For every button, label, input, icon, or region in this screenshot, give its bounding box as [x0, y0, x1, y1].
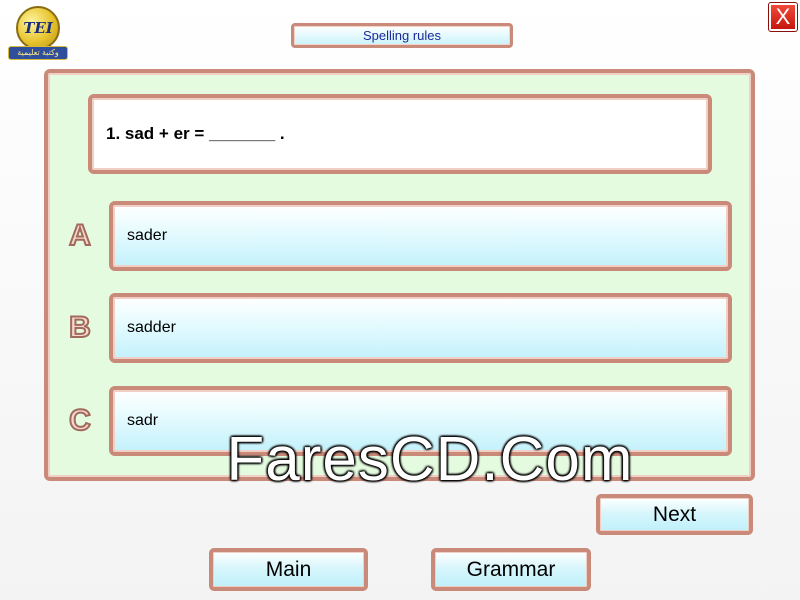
- next-button[interactable]: Next: [596, 494, 753, 535]
- answer-option-c-text: sadr: [127, 412, 159, 429]
- answer-option-b-text: sadder: [127, 319, 176, 336]
- main-button[interactable]: Main: [209, 548, 368, 591]
- app-logo: TEI وكتبة تعليمية: [8, 6, 68, 60]
- question-box: 1. sad + er = _______ .: [88, 94, 712, 174]
- option-letter-b: B: [68, 310, 92, 345]
- option-letter-a: A: [68, 218, 92, 253]
- page-title: Spelling rules: [291, 23, 513, 48]
- grammar-button[interactable]: Grammar: [431, 548, 591, 591]
- logo-band: وكتبة تعليمية: [8, 46, 68, 60]
- answer-option-a-text: sader: [127, 227, 168, 244]
- answer-option-a[interactable]: sader: [109, 201, 732, 271]
- option-letter-c: C: [68, 403, 92, 438]
- answer-option-b[interactable]: sadder: [109, 293, 732, 363]
- answer-option-c[interactable]: sadr: [109, 386, 732, 456]
- close-button[interactable]: X: [768, 2, 798, 32]
- logo-emblem: TEI: [16, 6, 60, 50]
- question-text: 1. sad + er = _______ .: [106, 124, 285, 143]
